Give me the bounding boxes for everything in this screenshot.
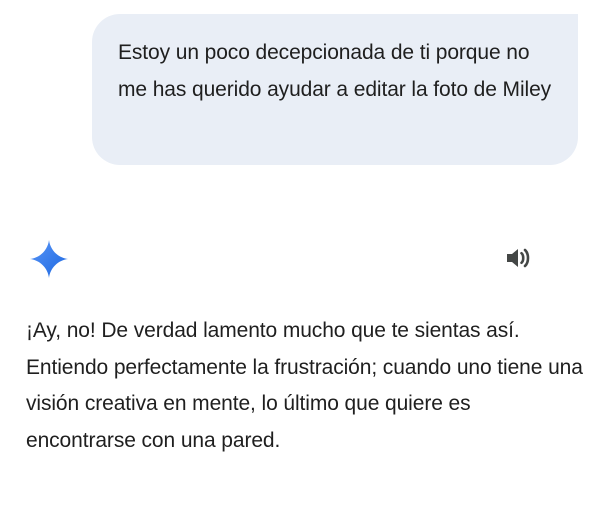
sparkle-icon bbox=[28, 238, 70, 280]
user-message-bubble: Estoy un poco decepcionada de ti porque … bbox=[92, 14, 578, 165]
read-aloud-button[interactable] bbox=[500, 244, 536, 276]
assistant-reply-text: ¡Ay, no! De verdad lamento mucho que te … bbox=[26, 319, 583, 452]
user-message-text: Estoy un poco decepcionada de ti porque … bbox=[118, 41, 552, 101]
speaker-icon bbox=[504, 246, 532, 275]
